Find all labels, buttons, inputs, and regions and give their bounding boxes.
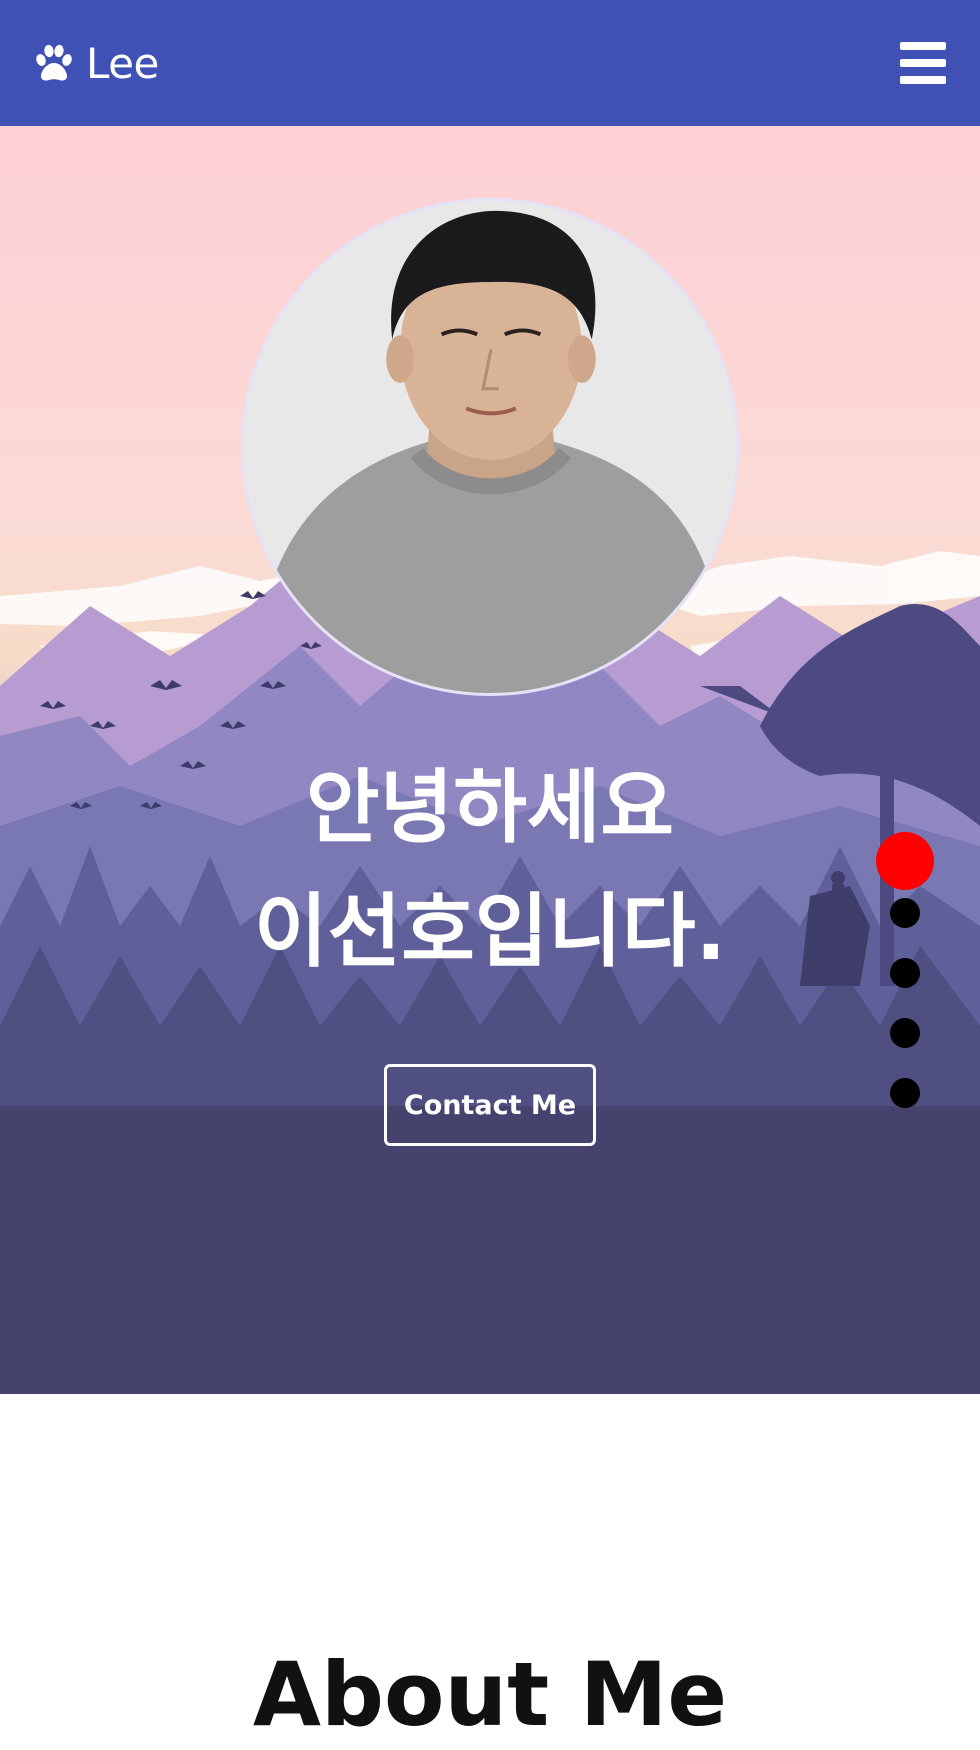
brand-link[interactable]: Lee xyxy=(32,39,159,88)
menu-bar xyxy=(900,42,946,50)
paw-icon xyxy=(36,44,72,81)
hero-section: 안녕하세요 이선호입니다. Contact Me xyxy=(0,126,980,1394)
section-dot[interactable] xyxy=(876,832,934,890)
section-dot[interactable] xyxy=(890,1018,920,1048)
greeting-line-2: 이선호입니다. xyxy=(254,885,726,978)
section-dot[interactable] xyxy=(890,958,920,988)
hero-greeting: 안녕하세요 이선호입니다. xyxy=(0,746,980,994)
section-dot[interactable] xyxy=(890,1078,920,1108)
menu-bar xyxy=(900,76,946,84)
hamburger-menu-icon[interactable] xyxy=(900,42,946,84)
navbar: Lee xyxy=(0,0,980,126)
greeting-line-1: 안녕하세요 xyxy=(306,761,674,854)
brand-name: Lee xyxy=(86,38,159,88)
menu-bar xyxy=(900,59,946,67)
profile-photo-image xyxy=(244,201,736,693)
about-section-title: About Me xyxy=(252,1643,728,1746)
profile-photo xyxy=(241,198,739,696)
section-dot[interactable] xyxy=(890,898,920,928)
contact-me-button[interactable]: Contact Me xyxy=(384,1064,596,1146)
